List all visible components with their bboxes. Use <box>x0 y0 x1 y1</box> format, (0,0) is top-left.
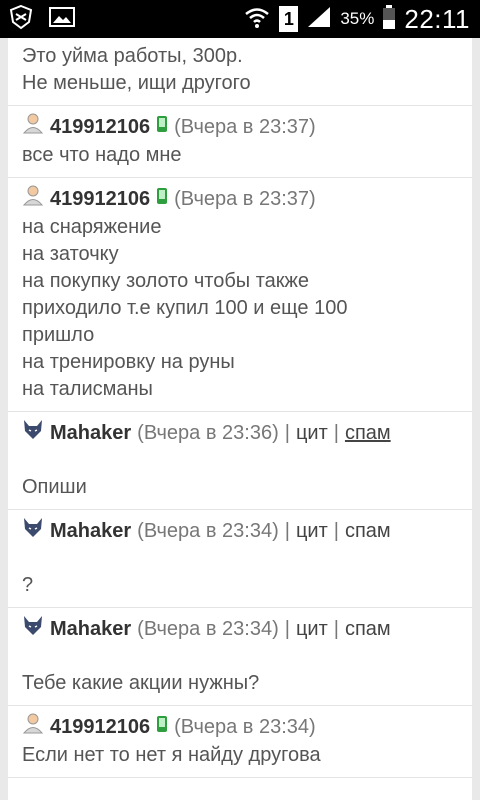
message-header: Mahaker (Вчера в 23:36) | цит | спам <box>22 418 472 448</box>
message-time: (Вчера в 23:36) <box>137 421 279 444</box>
status-bar: 1 35% 22:11 <box>0 0 480 38</box>
mobile-phone-icon <box>156 714 168 741</box>
message-time: (Вчера в 23:37) <box>174 187 316 210</box>
wolf-avatar-icon <box>22 418 44 448</box>
image-icon <box>48 5 76 34</box>
wolf-avatar-icon <box>22 516 44 546</box>
quote-link[interactable]: цит <box>296 420 328 447</box>
message-header: 419912106 (Вчера в 23:37) <box>22 112 472 142</box>
battery-icon <box>382 4 396 35</box>
message-text: на снаряжение <box>22 216 162 238</box>
message-text: ? <box>22 574 34 596</box>
spam-link[interactable]: спам <box>345 616 391 643</box>
message-feed[interactable]: Это уйма работы, 300р. Не меньше, ищи др… <box>8 38 472 800</box>
message-text: на заточку <box>22 243 119 265</box>
message: 419912106 (Вчера в 23:37) все что надо м… <box>8 106 472 178</box>
separator: | <box>284 617 290 640</box>
message-time: (Вчера в 23:34) <box>174 715 316 738</box>
author-name[interactable]: Mahaker <box>50 518 131 545</box>
user-avatar-icon <box>22 112 44 142</box>
battery-percent: 35% <box>340 9 375 28</box>
message-header: 419912106 (Вчера в 23:37) <box>22 184 472 214</box>
user-avatar-icon <box>22 712 44 742</box>
separator: | <box>284 421 290 444</box>
separator: | <box>284 519 290 542</box>
quote-link[interactable]: цит <box>296 616 328 643</box>
signal-icon <box>306 5 332 34</box>
message-header: Mahaker (Вчера в 23:34) | цит | спам <box>22 614 472 644</box>
message: Mahaker (Вчера в 23:36) | цит | спам Опи… <box>8 412 472 510</box>
separator: | <box>333 617 339 640</box>
author-name[interactable]: 419912106 <box>50 114 150 141</box>
message-text: на тренировку на руны <box>22 351 235 373</box>
message-text: на покупку золото чтобы также <box>22 270 310 292</box>
message-text: Не меньше, ищи другого <box>22 72 251 94</box>
quote-link[interactable]: цит <box>296 518 328 545</box>
clock: 22:11 <box>404 3 470 34</box>
sim-icon: 1 <box>279 6 299 32</box>
shield-icon <box>8 4 34 35</box>
message-text: все что надо мне <box>22 144 182 166</box>
message: 419912106 (Вчера в 23:37) на снаряжение … <box>8 178 472 412</box>
wifi-icon <box>243 5 271 34</box>
message-text: Тебе какие акции нужны? <box>22 672 260 694</box>
message: Mahaker (Вчера в 23:34) | цит | спам Теб… <box>8 608 472 706</box>
separator: | <box>333 519 339 542</box>
message-text: Опиши <box>22 476 87 498</box>
wolf-avatar-icon <box>22 614 44 644</box>
message-text: на талисманы <box>22 378 153 400</box>
message-time: (Вчера в 23:34) <box>137 519 279 542</box>
message: Это уйма работы, 300р. Не меньше, ищи др… <box>8 38 472 106</box>
mobile-phone-icon <box>156 186 168 213</box>
author-name[interactable]: 419912106 <box>50 714 150 741</box>
spam-link[interactable]: спам <box>345 420 391 447</box>
message-text: приходило т.е купил 100 и еще 100 <box>22 297 348 319</box>
mobile-phone-icon <box>156 114 168 141</box>
message-header: 419912106 (Вчера в 23:34) <box>22 712 472 742</box>
author-name[interactable]: Mahaker <box>50 616 131 643</box>
message: 419912106 (Вчера в 23:34) Если нет то не… <box>8 706 472 778</box>
message-text: Если нет то нет я найду другова <box>22 744 321 766</box>
author-name[interactable]: Mahaker <box>50 420 131 447</box>
message-header: Mahaker (Вчера в 23:34) | цит | спам <box>22 516 472 546</box>
spam-link[interactable]: спам <box>345 518 391 545</box>
message-time: (Вчера в 23:37) <box>174 115 316 138</box>
user-avatar-icon <box>22 184 44 214</box>
separator: | <box>333 421 339 444</box>
message-text: Это уйма работы, 300р. <box>22 45 243 67</box>
message-text: пришло <box>22 324 95 346</box>
message-time: (Вчера в 23:34) <box>137 617 279 640</box>
message: Mahaker (Вчера в 23:34) | цит | спам ? <box>8 510 472 608</box>
author-name[interactable]: 419912106 <box>50 186 150 213</box>
